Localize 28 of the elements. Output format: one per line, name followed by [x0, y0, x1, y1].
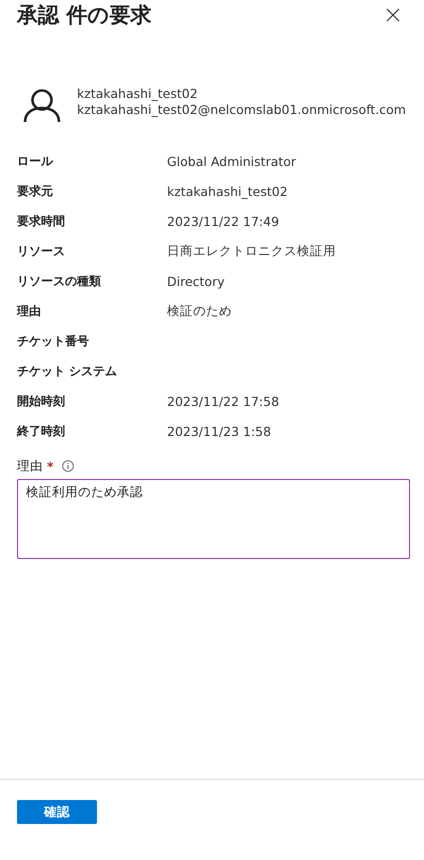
- detail-label: ロール: [17, 152, 54, 170]
- close-icon[interactable]: [386, 8, 400, 22]
- info-icon[interactable]: [62, 460, 74, 472]
- detail-value: Directory: [167, 274, 225, 288]
- field-label: 理由: [17, 458, 43, 474]
- detail-value: 検証のため: [167, 302, 232, 320]
- detail-label: 要求元: [17, 182, 54, 200]
- detail-label: チケット番号: [17, 332, 90, 350]
- detail-label: リソース: [17, 242, 66, 260]
- detail-label: 開始時刻: [17, 392, 66, 410]
- user-name: kztakahashi_test02: [77, 86, 199, 102]
- detail-value: 2023/11/22 17:49: [167, 214, 280, 228]
- detail-value: 2023/11/23 1:58: [167, 424, 272, 438]
- detail-value: 2023/11/22 17:58: [167, 394, 280, 408]
- detail-label: リソースの種類: [17, 272, 102, 290]
- detail-value: kztakahashi_test02: [167, 184, 288, 198]
- detail-label: チケット システム: [17, 362, 118, 380]
- detail-label: 終了時刻: [17, 422, 66, 440]
- user-icon: [23, 89, 61, 122]
- confirm-button[interactable]: 確認: [17, 800, 97, 824]
- reason-field[interactable]: 検証利用のため承認: [17, 479, 410, 559]
- user-email: kztakahashi_test02@nelcomslab01.onmicrosoft.com: [77, 102, 406, 118]
- detail-label: 要求時間: [17, 212, 66, 230]
- detail-value: 日商エレクトロニクス検証用: [167, 242, 336, 260]
- detail-label: 理由: [17, 302, 42, 320]
- detail-value: Global Administrator: [167, 154, 296, 168]
- required-mark: *: [47, 458, 54, 474]
- panel-title: 承認 件の要求: [17, 2, 152, 29]
